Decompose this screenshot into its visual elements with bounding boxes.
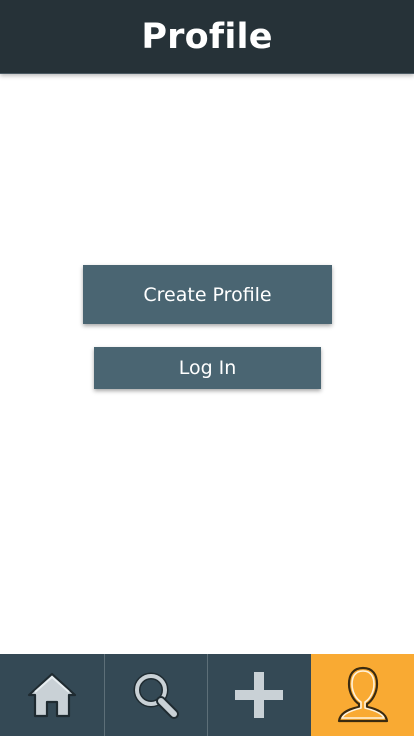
app-header: Profile (0, 0, 414, 74)
log-in-label: Log In (178, 357, 237, 379)
tab-profile[interactable] (310, 654, 414, 736)
create-profile-button[interactable]: Create Profile (83, 265, 332, 324)
log-in-button[interactable]: Log In (94, 347, 321, 389)
tab-search[interactable] (103, 654, 208, 736)
home-icon (25, 670, 79, 720)
plus-icon (231, 670, 287, 720)
page-title: Profile (141, 16, 273, 57)
search-icon (129, 670, 183, 720)
tab-add[interactable] (207, 654, 311, 736)
user-icon (334, 664, 392, 726)
tab-home[interactable] (0, 654, 104, 736)
create-profile-label: Create Profile (143, 283, 272, 306)
bottom-tab-bar (0, 654, 414, 736)
